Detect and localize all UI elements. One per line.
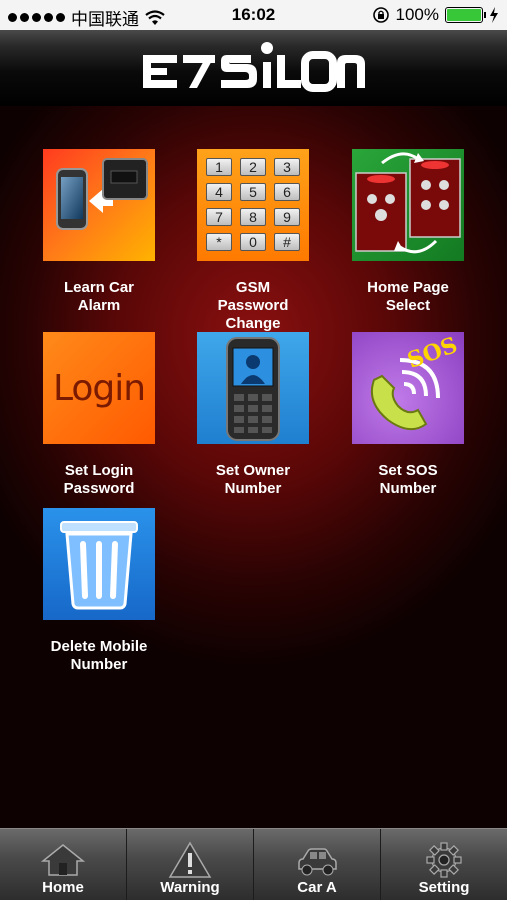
- keypad-icon: 1 2 3 4 5 6 7 8 9 * 0 #: [197, 149, 309, 261]
- home-page-select-icon: [352, 149, 464, 261]
- charging-bolt-icon: [490, 7, 498, 23]
- set-login-password-tile[interactable]: Login Set Login Password: [34, 332, 164, 498]
- tab-warning[interactable]: Warning: [127, 829, 254, 900]
- set-owner-number-tile[interactable]: Set Owner Number: [188, 332, 318, 498]
- battery-percent: 100%: [395, 5, 439, 24]
- keypad-key: 6: [274, 183, 300, 201]
- gsm-password-change-tile[interactable]: 1 2 3 4 5 6 7 8 9 * 0 # GSM Password Change: [188, 149, 318, 333]
- keypad-key: 3: [274, 158, 300, 176]
- keypad-key: 1: [206, 158, 232, 176]
- keypad-key: 9: [274, 208, 300, 226]
- delete-mobile-number-label: Delete Mobile Number: [50, 638, 148, 673]
- keypad-key: 4: [206, 183, 232, 201]
- tab-car-a-label: Car A: [297, 879, 337, 896]
- battery-icon: [445, 7, 486, 23]
- learn-car-alarm-icon: [43, 149, 155, 261]
- epsilon-logo: [142, 42, 365, 92]
- keypad-key: 7: [206, 208, 232, 226]
- learn-car-alarm-label: Learn Car Alarm: [63, 279, 135, 314]
- set-sos-number-tile[interactable]: SOS Set SOS Number: [343, 332, 473, 498]
- tab-setting-label: Setting: [418, 879, 470, 896]
- gear-icon: [426, 842, 462, 878]
- tab-home-label: Home: [42, 879, 84, 896]
- status-right: 100%: [372, 5, 499, 25]
- delete-mobile-number-tile[interactable]: Delete Mobile Number: [34, 508, 164, 674]
- status-bar: 中国联通 16:02 100%: [0, 0, 507, 30]
- login-icon: Login: [43, 332, 155, 444]
- keypad-key: 0: [240, 233, 266, 251]
- keypad-key: 8: [240, 208, 266, 226]
- keypad-key: #: [274, 233, 300, 251]
- keypad-key: *: [206, 233, 232, 251]
- warning-icon: [168, 841, 212, 878]
- home-page-select-tile[interactable]: Home Page Select: [343, 149, 473, 315]
- home-icon: [41, 844, 85, 876]
- car-icon: [298, 848, 337, 876]
- keypad-key: 2: [240, 158, 266, 176]
- learn-car-alarm-tile[interactable]: Learn Car Alarm: [34, 149, 164, 315]
- login-icon-text: Login: [52, 367, 146, 409]
- bottom-tab-bar: Home Warning Car A Setting: [0, 828, 507, 900]
- orientation-lock-icon: [372, 7, 389, 23]
- trash-icon: [43, 508, 155, 620]
- sos-phone-icon: SOS: [352, 332, 464, 444]
- tab-warning-label: Warning: [160, 879, 220, 896]
- gsm-password-change-label: GSM Password Change: [217, 279, 289, 332]
- set-owner-number-label: Set Owner Number: [215, 462, 291, 497]
- set-login-password-label: Set Login Password: [63, 462, 135, 497]
- phone-owner-icon: [197, 332, 309, 444]
- tab-setting[interactable]: Setting: [381, 829, 507, 900]
- tab-home[interactable]: Home: [0, 829, 127, 900]
- tab-car-a[interactable]: Car A: [254, 829, 381, 900]
- app-header: [0, 30, 507, 106]
- set-sos-number-label: Set SOS Number: [378, 462, 438, 497]
- home-page-select-label: Home Page Select: [367, 279, 449, 314]
- main-menu-area: Learn Car Alarm 1 2 3 4 5 6 7 8 9 * 0 # GSM Passwor…: [0, 106, 507, 828]
- keypad-key: 5: [240, 183, 266, 201]
